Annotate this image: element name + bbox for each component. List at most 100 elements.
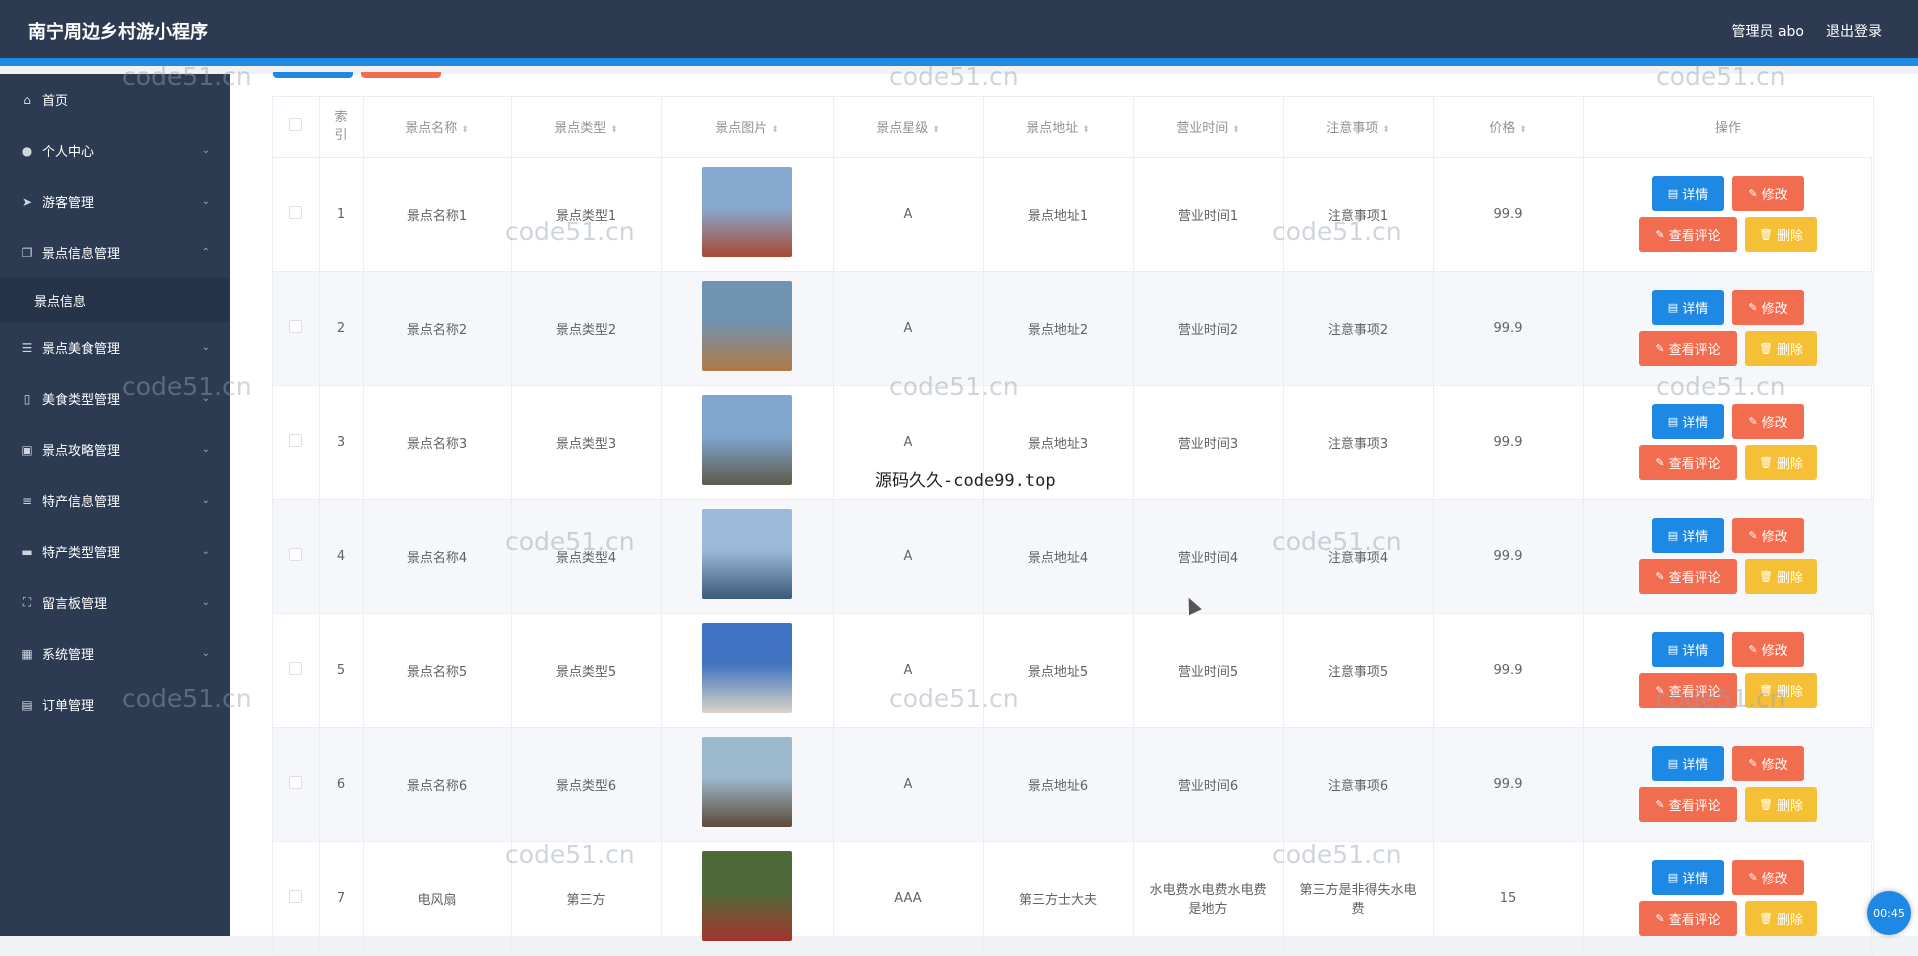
mobile-icon: ▯: [23, 391, 31, 406]
detail-button[interactable]: ▤ 详情: [1652, 860, 1724, 895]
select-all-checkbox[interactable]: [289, 118, 303, 132]
sort-caret-icon[interactable]: ⬍: [771, 125, 779, 135]
view-comments-button[interactable]: ✎ 查看评论: [1639, 331, 1737, 366]
admin-label[interactable]: 管理员 abo: [1732, 21, 1804, 41]
view-comments-button[interactable]: ✎ 查看评论: [1639, 217, 1737, 252]
sidebar-item[interactable]: ▬ 特产类型管理 ⌄: [0, 526, 230, 577]
edit-button-label: 修改: [1761, 530, 1788, 545]
sort-caret-icon[interactable]: ⬍: [1082, 125, 1090, 135]
cell-star: AAA: [833, 841, 984, 956]
edit-button[interactable]: ✎ 修改: [1732, 176, 1804, 211]
column-header[interactable]: 价格 ⬍: [1433, 97, 1584, 158]
cell-address: 景点地址1: [983, 157, 1134, 272]
delete-button[interactable]: 🗑 删除: [1745, 673, 1817, 708]
sort-caret-icon[interactable]: ⬍: [1232, 125, 1240, 135]
sort-caret-icon[interactable]: ⬍: [932, 125, 940, 135]
cell-notes: 注意事项4: [1283, 499, 1434, 614]
row-checkbox[interactable]: [289, 775, 303, 789]
sidebar-item[interactable]: ⌂ 首页: [0, 74, 230, 125]
toolbar-danger-button[interactable]: [361, 72, 441, 78]
sidebar-item[interactable]: ▦ 系统管理 ⌄: [0, 628, 230, 679]
delete-button[interactable]: 🗑 删除: [1745, 787, 1817, 822]
delete-button[interactable]: 🗑 删除: [1745, 331, 1817, 366]
sidebar-item[interactable]: ▣ 景点攻略管理 ⌄: [0, 424, 230, 475]
sidebar-menu: ⌂ 首页 ● 个人中心 ⌄ ➤ 游客管理 ⌄ ❐ 景点信息管理 ⌃ 景点信息 ☰ 景点美食管理 ⌄ ▯ 美食类型…: [0, 74, 230, 936]
sidebar-item[interactable]: ⛶ 留言板管理 ⌄: [0, 577, 230, 628]
view-comments-button[interactable]: ✎ 查看评论: [1639, 787, 1737, 822]
column-header[interactable]: 营业时间 ⬍: [1133, 97, 1284, 158]
sort-caret-icon[interactable]: ⬍: [1519, 125, 1527, 135]
edit-button[interactable]: ✎ 修改: [1732, 518, 1804, 553]
detail-button[interactable]: ▤ 详情: [1652, 290, 1724, 325]
detail-button[interactable]: ▤ 详情: [1652, 518, 1724, 553]
sidebar-item-label: 景点攻略管理: [42, 444, 121, 459]
column-header[interactable]: 景点名称 ⬍: [363, 97, 512, 158]
chevron-down-icon: ⌄: [201, 495, 210, 506]
column-header[interactable]: 景点类型 ⬍: [511, 97, 662, 158]
edit-button-label: 修改: [1761, 416, 1788, 431]
edit-button[interactable]: ✎ 修改: [1732, 860, 1804, 895]
sort-caret-icon[interactable]: ⬍: [461, 125, 469, 135]
view-comments-button[interactable]: ✎ 查看评论: [1639, 559, 1737, 594]
column-header[interactable]: 注意事项 ⬍: [1283, 97, 1434, 158]
edit-button[interactable]: ✎ 修改: [1732, 632, 1804, 667]
cell-star: A: [833, 499, 984, 614]
row-actions-cell: ▤ 详情 ✎ 修改 ✎ 查看评论 🗑 删除: [1583, 613, 1874, 728]
detail-button[interactable]: ▤ 详情: [1652, 176, 1724, 211]
row-checkbox[interactable]: [289, 661, 303, 675]
detail-button[interactable]: ▤ 详情: [1652, 404, 1724, 439]
attraction-photo: [702, 737, 792, 827]
sidebar-item[interactable]: ● 个人中心 ⌄: [0, 125, 230, 176]
row-select-cell: [273, 727, 320, 842]
sidebar-item[interactable]: ▯ 美食类型管理 ⌄: [0, 373, 230, 424]
row-actions-cell: ▤ 详情 ✎ 修改 ✎ 查看评论 🗑 删除: [1583, 157, 1874, 272]
sidebar-item[interactable]: ☰ 景点美食管理 ⌄: [0, 322, 230, 373]
sidebar-item[interactable]: ➤ 游客管理 ⌄: [0, 176, 230, 227]
column-header[interactable]: 景点地址 ⬍: [983, 97, 1134, 158]
detail-button[interactable]: ▤ 详情: [1652, 746, 1724, 781]
recording-timer[interactable]: 00:45: [1867, 891, 1911, 935]
logout-link[interactable]: 退出登录: [1826, 21, 1882, 41]
chevron-down-icon: ⌄: [201, 444, 210, 455]
view-comments-button[interactable]: ✎ 查看评论: [1639, 445, 1737, 480]
view-comments-button-label: 查看评论: [1668, 799, 1721, 814]
table-row: 5 景点名称5 景点类型5 A 景点地址5 营业时间5 注意事项5 99.9 ▤ 详情 ✎ 修改 ✎ 查看…: [273, 613, 1874, 728]
sidebar-item[interactable]: ≡ 特产信息管理 ⌄: [0, 475, 230, 526]
cell-type: 景点类型4: [511, 499, 662, 614]
row-checkbox[interactable]: [289, 205, 303, 219]
sidebar-item[interactable]: ▤ 订单管理: [0, 679, 230, 730]
detail-button[interactable]: ▤ 详情: [1652, 632, 1724, 667]
edit-button[interactable]: ✎ 修改: [1732, 404, 1804, 439]
column-header-label: 操作: [1714, 121, 1741, 137]
toolbar-primary-button[interactable]: [273, 72, 353, 78]
column-header[interactable]: 景点图片 ⬍: [661, 97, 834, 158]
chevron-down-icon: ⌄: [201, 648, 210, 659]
view-comments-button[interactable]: ✎ 查看评论: [1639, 673, 1737, 708]
cell-type: 景点类型5: [511, 613, 662, 728]
edit-button[interactable]: ✎ 修改: [1732, 290, 1804, 325]
delete-button[interactable]: 🗑 删除: [1745, 217, 1817, 252]
edit-button[interactable]: ✎ 修改: [1732, 746, 1804, 781]
grid-icon: ▦: [21, 646, 33, 661]
sort-caret-icon[interactable]: ⬍: [1382, 125, 1390, 135]
delete-button[interactable]: 🗑 删除: [1745, 559, 1817, 594]
cell-notes: 注意事项6: [1283, 727, 1434, 842]
row-checkbox[interactable]: [289, 433, 303, 447]
cell-address: 景点地址2: [983, 271, 1134, 386]
edit-button-label: 修改: [1761, 188, 1788, 203]
sort-caret-icon[interactable]: ⬍: [610, 125, 618, 135]
row-checkbox[interactable]: [289, 319, 303, 333]
column-header[interactable]: 景点星级 ⬍: [833, 97, 984, 158]
view-comments-button[interactable]: ✎ 查看评论: [1639, 901, 1737, 936]
column-header-label: 价格: [1489, 121, 1516, 137]
sidebar-subitem-attraction-info[interactable]: 景点信息: [0, 278, 230, 322]
document-icon: ▤: [1667, 187, 1679, 200]
cell-name: 景点名称1: [363, 157, 512, 272]
delete-button[interactable]: 🗑 删除: [1745, 901, 1817, 936]
delete-button[interactable]: 🗑 删除: [1745, 445, 1817, 480]
row-checkbox[interactable]: [289, 547, 303, 561]
row-checkbox[interactable]: [289, 889, 303, 903]
document-icon: ▤: [1667, 301, 1679, 314]
sidebar-item[interactable]: ❐ 景点信息管理 ⌃: [0, 227, 230, 278]
chevron-down-icon: ⌄: [201, 145, 210, 156]
